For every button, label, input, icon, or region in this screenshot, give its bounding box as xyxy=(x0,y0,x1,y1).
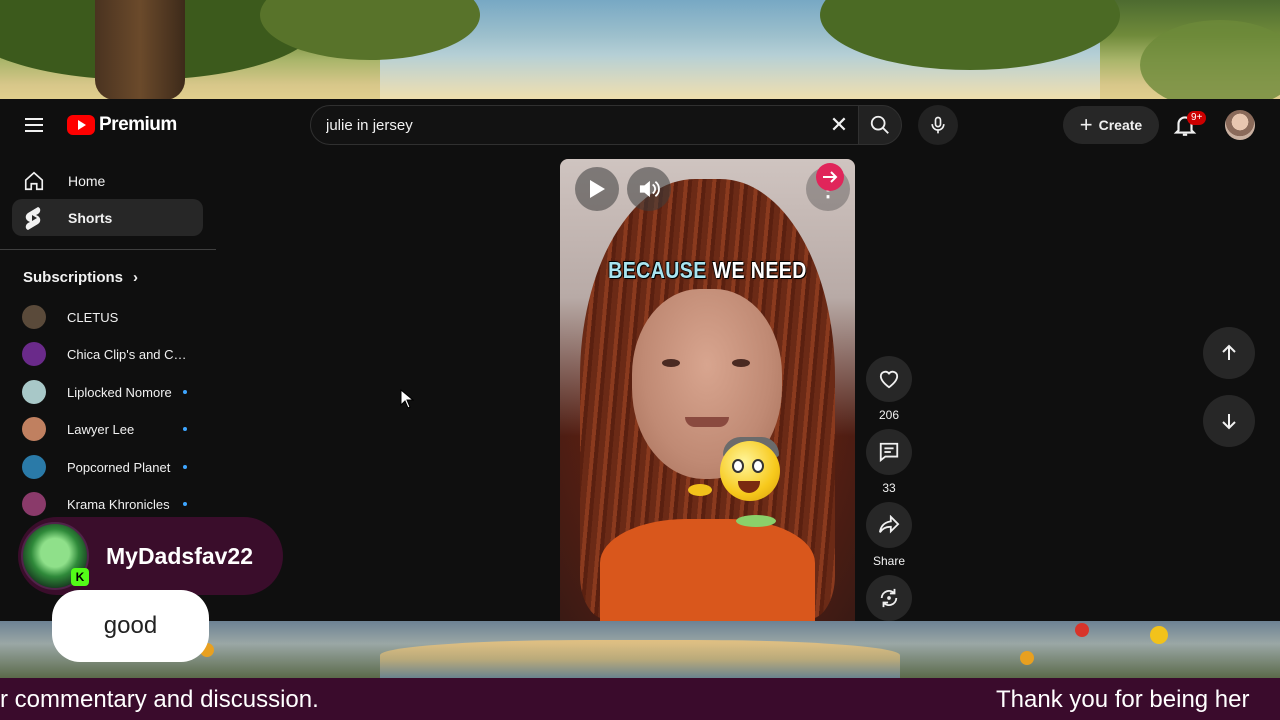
channel-avatar xyxy=(22,342,46,366)
stream-stage: Premium ✕ + Create 9+ xyxy=(0,0,1280,720)
money-sticker xyxy=(736,515,776,527)
comment-action: 33 xyxy=(866,429,912,495)
youtube-premium-logo[interactable]: Premium xyxy=(67,114,177,136)
like-count: 206 xyxy=(878,408,900,422)
voice-search-button[interactable] xyxy=(918,105,958,145)
next-short-button[interactable] xyxy=(1203,395,1255,447)
video-subject-shirt xyxy=(600,519,815,621)
chat-user-pill: K MyDadsfav22 xyxy=(18,517,283,595)
plus-icon: + xyxy=(1079,112,1093,137)
channel-name: Krama Khronicles xyxy=(67,496,170,512)
ticker-text-left: r commentary and discussion. xyxy=(0,686,319,713)
video-caption: BECAUSE WE NEED xyxy=(582,257,833,284)
shorts-video-player[interactable]: BECAUSE WE NEED ⋮ xyxy=(560,159,855,621)
tree-trunk xyxy=(95,0,185,100)
brand-label: Premium xyxy=(99,114,177,135)
subscription-item[interactable]: Liplocked Nomore xyxy=(22,377,202,407)
volume-button[interactable] xyxy=(627,167,671,211)
share-arrow-icon[interactable] xyxy=(816,163,844,191)
search-icon xyxy=(870,115,889,134)
channel-avatar xyxy=(22,492,46,516)
heart-icon xyxy=(879,370,899,389)
channel-name: Chica Clip's and Ch... xyxy=(67,346,191,362)
mic-icon xyxy=(931,116,945,134)
new-content-dot xyxy=(183,390,187,394)
previous-short-button[interactable] xyxy=(1203,327,1255,379)
water xyxy=(380,640,900,678)
coins-sticker xyxy=(688,484,712,496)
hamburger-menu-icon[interactable] xyxy=(18,111,50,139)
like-button[interactable] xyxy=(866,356,912,402)
comment-icon xyxy=(879,442,899,463)
remix-icon xyxy=(880,588,898,608)
new-content-dot xyxy=(183,427,187,431)
subscription-item[interactable]: CLETUS xyxy=(22,302,202,332)
share-action: Share xyxy=(866,502,912,568)
search-button[interactable] xyxy=(858,105,902,145)
subscription-item[interactable]: Chica Clip's and Ch... xyxy=(22,339,202,369)
remix-button[interactable] xyxy=(866,575,912,621)
sidebar-divider xyxy=(0,249,216,250)
chat-message-bubble: good xyxy=(52,590,209,662)
search-box: ✕ xyxy=(310,105,860,145)
account-avatar[interactable] xyxy=(1225,110,1255,140)
arrow-up-icon xyxy=(1222,344,1236,360)
search-input[interactable] xyxy=(311,106,819,144)
channel-name: CLETUS xyxy=(67,309,119,325)
new-content-dot xyxy=(183,502,187,506)
mouse-cursor-icon xyxy=(400,388,415,414)
chat-user-avatar: K xyxy=(21,522,89,590)
channel-avatar xyxy=(22,417,46,441)
channel-name: Liplocked Nomore xyxy=(67,384,172,400)
sidebar-item-home[interactable]: Home xyxy=(12,162,203,199)
subscription-item[interactable]: Popcorned Planet xyxy=(22,452,202,482)
chat-username: MyDadsfav22 xyxy=(106,542,254,569)
shorts-icon xyxy=(22,206,46,230)
subscription-item[interactable]: Krama Khronicles xyxy=(22,489,202,519)
volume-icon xyxy=(639,180,660,198)
share-button[interactable] xyxy=(866,502,912,548)
channel-avatar xyxy=(22,305,46,329)
comments-button[interactable] xyxy=(866,429,912,475)
new-content-dot xyxy=(183,465,187,469)
subscriptions-title: Subscriptions xyxy=(23,269,124,286)
home-icon xyxy=(22,169,46,193)
channel-avatar xyxy=(22,455,46,479)
channel-name: Popcorned Planet xyxy=(67,459,171,475)
channel-avatar xyxy=(22,380,46,404)
chevron-right-icon: › xyxy=(133,269,139,286)
arrow-down-icon xyxy=(1222,414,1236,430)
background-scenery-top xyxy=(0,0,1280,110)
sidebar-item-label: Shorts xyxy=(68,209,113,226)
kick-platform-badge: K xyxy=(71,568,89,586)
caption-word-rest: WE NEED xyxy=(712,257,807,283)
share-label: Share xyxy=(872,554,906,568)
scrolling-ticker: r commentary and discussion. Thank you f… xyxy=(0,678,1280,720)
create-button[interactable]: + Create xyxy=(1063,106,1159,144)
chat-message-text: good xyxy=(103,612,158,639)
top-bar: Premium ✕ + Create 9+ xyxy=(0,99,1280,153)
sidebar-item-label: Home xyxy=(68,172,106,189)
play-button[interactable] xyxy=(575,167,619,211)
share-icon xyxy=(879,515,900,534)
close-icon[interactable]: ✕ xyxy=(819,106,859,144)
like-action: 206 xyxy=(866,356,912,422)
create-label: Create xyxy=(1098,117,1143,133)
youtube-logo-icon xyxy=(67,115,95,135)
notification-badge: 9+ xyxy=(1187,111,1207,125)
play-icon xyxy=(590,180,605,198)
caption-word-highlight: BECAUSE xyxy=(608,257,707,283)
ticker-text-right: Thank you for being her xyxy=(996,686,1250,713)
subscriptions-header[interactable]: Subscriptions › xyxy=(23,269,138,286)
sidebar-item-shorts[interactable]: Shorts xyxy=(12,199,203,236)
channel-name: Lawyer Lee xyxy=(67,421,135,437)
subscription-item[interactable]: Lawyer Lee xyxy=(22,414,202,444)
remix-action xyxy=(866,575,912,621)
comment-count: 33 xyxy=(882,481,896,495)
